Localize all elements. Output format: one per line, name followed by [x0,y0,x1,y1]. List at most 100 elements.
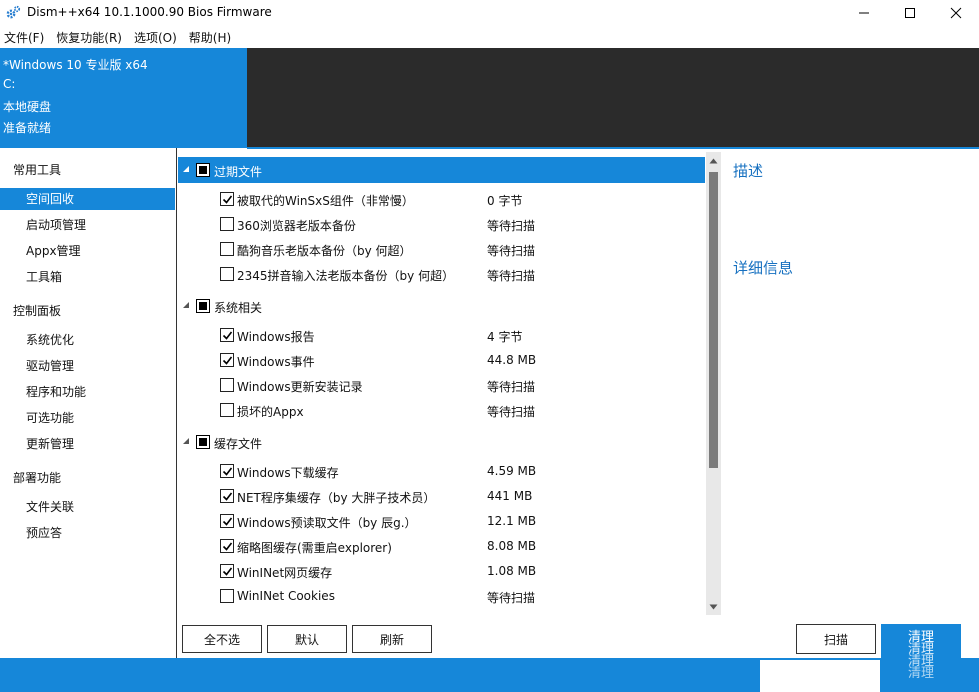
item-checkbox[interactable] [220,192,234,206]
scan-button[interactable]: 扫描 [796,624,876,654]
item-size: 1.08 MB [487,564,537,578]
item-label: 损坏的Appx [237,405,304,419]
item-label: NET程序集缓存（by 大胖子技术员） [237,491,436,505]
list-item[interactable]: Windows预读取文件（by 辰g.） 12.1 MB [178,509,705,534]
list-item[interactable]: Windows报告 4 字节 [178,323,705,348]
clean-button[interactable]: 清理 清理 清理 清理 [881,624,961,692]
sidebar-section-deployment: 部署功能 [13,471,62,485]
list-item[interactable]: 损坏的Appx 等待扫描 [178,398,705,423]
item-size: 4 字节 [487,330,523,344]
sidebar-item-answer-file[interactable]: 预应答 [0,522,175,544]
item-label: 被取代的WinSxS组件（非常慢） [237,194,414,208]
item-label: WinINet Cookies [237,589,335,603]
list-item[interactable]: 360浏览器老版本备份 等待扫描 [178,212,705,237]
expand-triangle-icon[interactable] [182,301,190,309]
item-checkbox[interactable] [220,378,234,392]
item-checkbox[interactable] [220,589,234,603]
group-checkbox[interactable] [196,163,210,177]
status-bar-overlay [760,660,880,692]
item-size: 等待扫描 [487,219,536,233]
list-item[interactable]: Windows事件 44.8 MB [178,348,705,373]
minimize-button[interactable] [841,0,887,26]
sidebar-item-space-cleanup[interactable]: 空间回收 [0,188,175,210]
refresh-button[interactable]: 刷新 [352,625,432,653]
sidebar-item-optional-features[interactable]: 可选功能 [0,407,175,429]
scroll-up-button[interactable] [706,152,721,169]
list-item[interactable]: NET程序集缓存（by 大胖子技术员） 441 MB [178,484,705,509]
group-checkbox[interactable] [196,299,210,313]
expand-triangle-icon[interactable] [182,165,190,173]
arrow-up-icon [709,158,718,163]
menu-file[interactable]: 文件(F) [0,29,50,46]
sidebar-item-system-optimize[interactable]: 系统优化 [0,329,175,351]
item-checkbox[interactable] [220,242,234,256]
item-checkbox[interactable] [220,489,234,503]
list-item[interactable]: 酷狗音乐老版本备份（by 何超） 等待扫描 [178,237,705,262]
maximize-button[interactable] [887,0,933,26]
sidebar-item-toolbox[interactable]: 工具箱 [0,266,175,288]
group-row-cache[interactable]: 缓存文件 [178,429,705,455]
checkmark-icon [222,492,233,501]
expand-triangle-icon[interactable] [182,437,190,445]
list-item[interactable]: WinINet Cookies 等待扫描 [178,584,705,609]
item-checkbox[interactable] [220,217,234,231]
description-heading: 描述 [733,162,764,180]
drive-letter: C: [3,77,16,91]
item-size: 8.08 MB [487,539,537,553]
accent-divider [247,147,979,149]
close-button[interactable] [933,0,979,26]
clean-button-label-echo: 清理 [908,666,935,681]
scroll-down-button[interactable] [706,598,721,615]
item-checkbox[interactable] [220,353,234,367]
menu-help[interactable]: 帮助(H) [185,29,237,46]
item-checkbox[interactable] [220,514,234,528]
item-size: 等待扫描 [487,405,536,419]
item-checkbox[interactable] [220,267,234,281]
checkmark-icon [222,356,233,365]
sidebar-item-programs[interactable]: 程序和功能 [0,381,175,403]
item-label: Windows事件 [237,355,315,369]
item-checkbox[interactable] [220,564,234,578]
item-size: 等待扫描 [487,591,536,605]
item-size: 等待扫描 [487,244,536,258]
group-label: 系统相关 [214,301,263,315]
item-label: 360浏览器老版本备份 [237,219,356,233]
list-item[interactable]: WinINet网页缓存 1.08 MB [178,559,705,584]
menu-restore[interactable]: 恢复功能(R) [52,29,128,46]
details-heading: 详细信息 [733,259,794,277]
item-size: 12.1 MB [487,514,537,528]
list-scrollbar[interactable] [706,152,721,615]
list-item[interactable]: 缩略图缓存(需重启explorer) 8.08 MB [178,534,705,559]
gear-icon [5,5,21,21]
default-button[interactable]: 默认 [267,625,347,653]
select-none-button[interactable]: 全不选 [182,625,262,653]
item-checkbox[interactable] [220,403,234,417]
session-info-panel[interactable]: *Windows 10 专业版 x64 C: 本地硬盘 准备就绪 [0,48,247,148]
list-item[interactable]: 被取代的WinSxS组件（非常慢） 0 字节 [178,187,705,212]
group-row-system[interactable]: 系统相关 [178,293,705,319]
group-row-expired-files[interactable]: 过期文件 [178,157,705,183]
scroll-thumb[interactable] [709,172,718,468]
group-label: 缓存文件 [214,437,263,451]
sidebar-item-startup[interactable]: 启动项管理 [0,214,175,236]
item-size: 441 MB [487,489,533,503]
item-checkbox[interactable] [220,328,234,342]
status-text: 准备就绪 [3,121,52,135]
sidebar-section-common-tools: 常用工具 [13,163,62,177]
menu-options[interactable]: 选项(O) [130,29,183,46]
item-checkbox[interactable] [220,464,234,478]
checkmark-icon [222,542,233,551]
item-checkbox[interactable] [220,539,234,553]
list-item[interactable]: Windows下载缓存 4.59 MB [178,459,705,484]
sidebar-item-drivers[interactable]: 驱动管理 [0,355,175,377]
sidebar-item-updates[interactable]: 更新管理 [0,433,175,455]
list-item[interactable]: Windows更新安装记录 等待扫描 [178,373,705,398]
item-size: 等待扫描 [487,269,536,283]
sidebar-item-appx[interactable]: Appx管理 [0,240,175,262]
item-label: 缩略图缓存(需重启explorer) [237,541,392,555]
list-item[interactable]: 2345拼音输入法老版本备份（by 何超） 等待扫描 [178,262,705,287]
item-label: 酷狗音乐老版本备份（by 何超） [237,244,412,258]
session-list-area [247,48,979,148]
sidebar-item-file-associations[interactable]: 文件关联 [0,496,175,518]
group-checkbox[interactable] [196,435,210,449]
